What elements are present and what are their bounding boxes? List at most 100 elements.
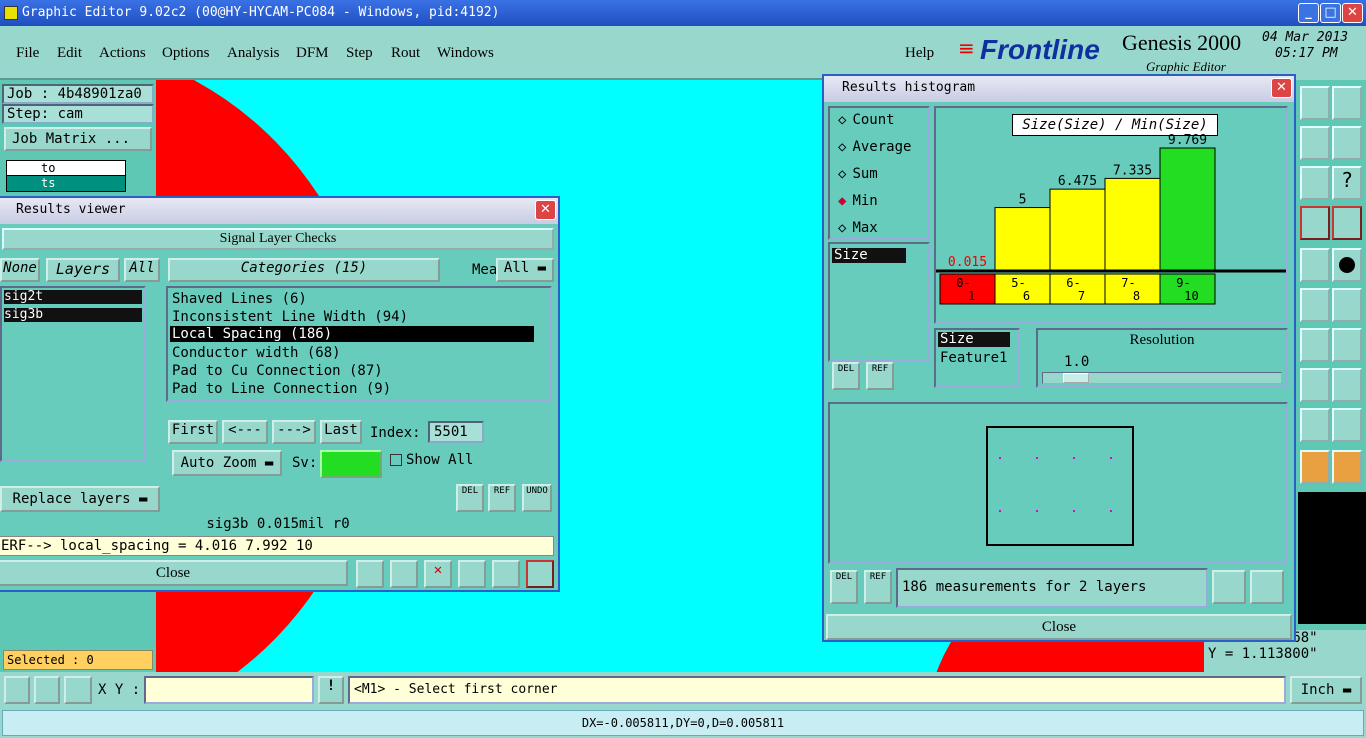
list-item[interactable]: Size (832, 248, 906, 263)
tool-highlight-icon[interactable] (356, 560, 384, 588)
menu-help[interactable]: Help (905, 45, 934, 62)
first-button[interactable]: First (168, 420, 218, 444)
tool-ruler-icon[interactable] (1300, 248, 1330, 282)
tool-line2-icon[interactable] (1332, 288, 1362, 322)
layer-name: to (41, 161, 56, 175)
tool-route-icon[interactable] (1332, 450, 1362, 484)
measure-list[interactable]: Size (828, 242, 930, 362)
hist-del-button[interactable]: DEL (832, 362, 860, 390)
all-layers-button[interactable]: All (124, 258, 160, 282)
show-all-checkbox[interactable] (390, 454, 402, 466)
grid-icon[interactable] (64, 676, 92, 704)
replace-layers-select[interactable]: Replace layers ▬ (0, 486, 160, 512)
preview-del-button[interactable]: DEL (830, 570, 858, 604)
list-item[interactable]: sig3b (4, 308, 142, 322)
export-right-icon[interactable] (1250, 570, 1284, 604)
list-item[interactable]: Pad to Cu Connection (87) (172, 363, 383, 379)
del-button[interactable]: DEL (456, 484, 484, 512)
menu-edit[interactable]: Edit (57, 45, 82, 62)
sv-color-select[interactable] (320, 450, 382, 478)
maximize-button[interactable]: □ (1320, 3, 1341, 23)
next-button[interactable]: ---> (272, 420, 316, 444)
tool-help-icon[interactable]: ? (1332, 166, 1362, 200)
export-left-icon[interactable] (1212, 570, 1246, 604)
tool-rect-icon[interactable] (1300, 126, 1330, 160)
histogram-bar (994, 207, 1051, 271)
menu-options[interactable]: Options (162, 45, 210, 62)
tool-ref-cross-icon[interactable]: ✕ (424, 560, 452, 588)
xy-input[interactable] (144, 676, 314, 704)
close-icon[interactable]: ✕ (1271, 78, 1292, 98)
tool-trace-icon[interactable] (1300, 408, 1330, 442)
option-average[interactable]: Average (838, 139, 911, 155)
tool-layers-icon[interactable] (1300, 206, 1330, 240)
auto-zoom-select[interactable]: Auto Zoom ▬ (172, 450, 282, 476)
list-item[interactable]: Feature1 (940, 350, 1007, 366)
prev-button[interactable]: <--- (222, 420, 268, 444)
tool-flip-icon[interactable] (1332, 328, 1362, 362)
list-item[interactable]: Size (938, 332, 1010, 347)
tool-shape-icon[interactable] (1332, 408, 1362, 442)
tool-report-icon[interactable] (492, 560, 520, 588)
job-matrix-button[interactable]: Job Matrix ... (4, 127, 152, 151)
category-list[interactable]: Shaved Lines (6) Inconsistent Line Width… (166, 286, 552, 402)
tool-zoom-result-icon[interactable] (390, 560, 418, 588)
option-min[interactable]: Min (838, 193, 877, 209)
size-feature-list[interactable]: Size Feature1 (934, 328, 1020, 388)
tool-pad-icon[interactable] (1332, 248, 1362, 282)
tool-zoom-box-icon[interactable] (1332, 86, 1362, 120)
histogram-icon[interactable] (526, 560, 554, 588)
list-item-selected[interactable]: Local Spacing (186) (170, 326, 534, 342)
layer-row-to[interactable]: to (7, 161, 125, 176)
units-select[interactable]: Inch ▬ (1290, 676, 1362, 704)
option-sum[interactable]: Sum (838, 166, 877, 182)
tool-scale-icon[interactable] (1300, 166, 1330, 200)
tool-move-icon[interactable] (1332, 368, 1362, 402)
list-item[interactable]: Pad to Line Connection (9) (172, 381, 391, 397)
layer-result-list[interactable]: sig2t sig3b (0, 286, 146, 462)
categories-button[interactable]: Categories (15) (168, 258, 440, 282)
resolution-slider[interactable] (1042, 372, 1282, 384)
undo-button[interactable]: UNDO (522, 484, 552, 512)
last-button[interactable]: Last (320, 420, 362, 444)
none-button[interactable]: None (0, 258, 40, 282)
list-item[interactable]: sig2t (4, 290, 142, 304)
list-item[interactable]: Shaved Lines (6) (172, 291, 307, 307)
menu-rout[interactable]: Rout (391, 45, 420, 62)
option-count[interactable]: Count (838, 112, 894, 128)
tool-arc-icon[interactable] (1300, 328, 1330, 362)
list-item[interactable]: Inconsistent Line Width (94) (172, 309, 408, 325)
menu-dfm[interactable]: DFM (296, 45, 329, 62)
menu-actions[interactable]: Actions (99, 45, 146, 62)
measure-icon[interactable] (34, 676, 60, 704)
preview-ref-button[interactable]: REF (864, 570, 892, 604)
menu-analysis[interactable]: Analysis (227, 45, 280, 62)
tool-line-icon[interactable] (1300, 288, 1330, 322)
app-icon (4, 6, 18, 20)
list-item[interactable]: Conductor width (68) (172, 345, 341, 361)
histogram-close-button[interactable]: Close (826, 614, 1292, 640)
close-button[interactable]: Close (0, 560, 348, 586)
tool-select-icon[interactable] (1300, 450, 1330, 484)
layer-row-ts[interactable]: ts (7, 176, 125, 191)
menu-step[interactable]: Step (346, 45, 373, 62)
ref-button[interactable]: REF (488, 484, 516, 512)
tool-copy-icon[interactable] (1300, 368, 1330, 402)
meas-select[interactable]: All ▬ (496, 258, 554, 282)
menu-windows[interactable]: Windows (437, 45, 494, 62)
tool-snake-icon[interactable] (1332, 126, 1362, 160)
zoom-fit-icon[interactable] (4, 676, 30, 704)
index-field[interactable]: 5501 (428, 421, 484, 443)
close-window-button[interactable]: ✕ (1342, 3, 1363, 23)
close-icon[interactable]: ✕ (535, 200, 556, 220)
minimize-button[interactable]: _ (1298, 3, 1319, 23)
option-max[interactable]: Max (838, 220, 877, 236)
tool-compare-icon[interactable] (458, 560, 486, 588)
layers-button[interactable]: Layers (46, 258, 120, 282)
menu-file[interactable]: File (16, 45, 39, 62)
hist-ref-button[interactable]: REF (866, 362, 894, 390)
slider-handle[interactable] (1063, 373, 1089, 383)
alert-icon[interactable]: ! (318, 676, 344, 704)
tool-nets-icon[interactable] (1332, 206, 1362, 240)
tool-zoom-icon[interactable] (1300, 86, 1330, 120)
